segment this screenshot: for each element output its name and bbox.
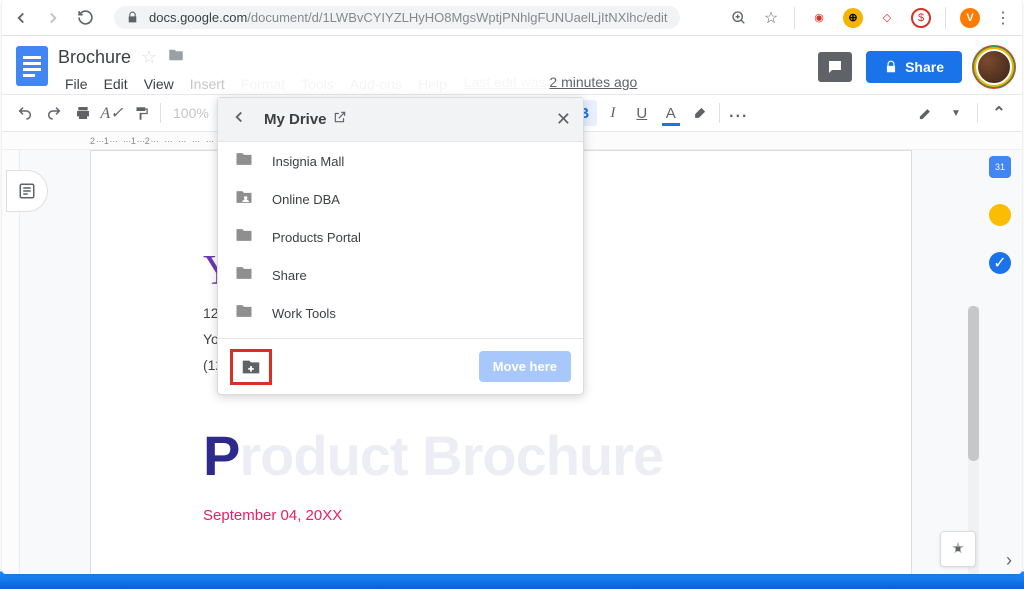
expand-sidepanel-icon[interactable]: › — [1006, 550, 1012, 571]
extension-shield-icon[interactable]: ◇ — [877, 8, 897, 28]
docs-app-icon[interactable] — [12, 43, 52, 89]
folder-row-insignia-mall[interactable]: Insignia Mall — [218, 142, 583, 180]
move-here-button[interactable]: Move here — [479, 351, 571, 382]
folder-label: Work Tools — [272, 306, 336, 321]
vertical-ruler — [2, 150, 20, 574]
extension-red-icon[interactable]: ◉ — [809, 8, 829, 28]
extension-yellow-icon[interactable]: ⊕ — [843, 8, 863, 28]
menu-insert[interactable]: Insert — [183, 74, 232, 94]
document-title[interactable]: Brochure — [58, 47, 131, 68]
move-folder-icon[interactable] — [167, 46, 185, 69]
lock-icon — [884, 60, 898, 74]
menu-format[interactable]: Format — [234, 74, 292, 94]
nav-reload-icon[interactable] — [76, 9, 94, 27]
star-icon[interactable]: ☆ — [141, 47, 157, 68]
folder-icon — [234, 301, 254, 326]
folder-row-online-dba[interactable]: Online DBA — [218, 180, 583, 218]
lock-icon — [126, 11, 139, 24]
calendar-icon[interactable]: 31 — [989, 156, 1011, 178]
more-button[interactable]: ... — [726, 100, 752, 126]
divider — [794, 7, 795, 29]
section-overview: Product Overview — [203, 572, 826, 574]
menu-file[interactable]: File — [58, 74, 95, 94]
menu-addons[interactable]: Add-ons — [343, 74, 409, 94]
menubar: File Edit View Insert Format Tools Add-o… — [58, 74, 818, 94]
browser-zoom-icon[interactable] — [730, 9, 748, 27]
user-avatar[interactable] — [976, 49, 1012, 85]
open-in-new-icon[interactable] — [333, 110, 347, 129]
redo-icon[interactable] — [41, 100, 67, 126]
menu-edit[interactable]: Edit — [97, 74, 135, 94]
browser-profile-avatar[interactable]: V — [960, 8, 980, 28]
paint-format-icon[interactable] — [128, 100, 154, 126]
comments-icon[interactable] — [818, 52, 852, 82]
url-text: docs.google.com/document/d/1LWBvCYIYZLHy… — [149, 10, 668, 25]
address-bar[interactable]: docs.google.com/document/d/1LWBvCYIYZLHy… — [114, 6, 680, 29]
brochure-heading: Product Brochure — [203, 423, 826, 489]
move-file-panel: My Drive ✕ Insignia Mall Online DBA Prod… — [217, 97, 584, 395]
side-panel: 31 ✓ — [976, 156, 1022, 274]
folder-row-products-portal[interactable]: Products Portal — [218, 218, 583, 256]
folder-label: Insignia Mall — [272, 154, 344, 169]
share-button[interactable]: Share — [866, 51, 962, 83]
move-back-icon[interactable] — [230, 108, 248, 131]
text-color-button[interactable]: A — [658, 100, 684, 126]
menu-tools[interactable]: Tools — [294, 74, 341, 94]
extension-circle-icon[interactable]: $ — [911, 8, 931, 28]
folder-row-work-tools[interactable]: Work Tools — [218, 294, 583, 332]
underline-button[interactable]: U — [629, 100, 655, 126]
zoom-value[interactable]: 100% — [173, 105, 209, 121]
outline-button[interactable] — [6, 170, 48, 212]
move-folder-list: Insignia Mall Online DBA Products Portal… — [218, 142, 583, 338]
tasks-icon[interactable]: ✓ — [989, 252, 1011, 274]
highlight-icon[interactable] — [687, 100, 713, 126]
undo-icon[interactable] — [12, 100, 38, 126]
move-panel-title: My Drive — [264, 111, 327, 128]
nav-back-icon[interactable] — [12, 9, 30, 27]
folder-label: Products Portal — [272, 230, 361, 245]
menu-view[interactable]: View — [137, 74, 181, 94]
separator — [719, 103, 720, 123]
divider — [945, 7, 946, 29]
folder-label: Share — [272, 268, 307, 283]
browser-menu-icon[interactable]: ⋮ — [994, 9, 1012, 27]
nav-forward-icon[interactable] — [44, 9, 62, 27]
separator — [160, 103, 161, 123]
keep-icon[interactable] — [989, 204, 1011, 226]
folder-icon — [234, 263, 254, 288]
folder-icon — [234, 149, 254, 174]
explore-button[interactable] — [940, 531, 976, 567]
italic-button[interactable]: I — [600, 100, 626, 126]
edit-mode-icon[interactable] — [912, 100, 938, 126]
close-icon[interactable]: ✕ — [556, 109, 571, 130]
browser-toolbar: docs.google.com/document/d/1LWBvCYIYZLHy… — [2, 0, 1022, 36]
separator — [977, 103, 978, 123]
bookmark-star-icon[interactable]: ☆ — [762, 9, 780, 27]
edit-mode-chevron-icon[interactable]: ▼ — [943, 100, 969, 126]
print-icon[interactable] — [70, 100, 96, 126]
folder-shared-icon — [234, 187, 254, 212]
collapse-toolbar-icon[interactable]: ⌃ — [986, 100, 1012, 126]
docs-header: Brochure ☆ File Edit View Insert Format … — [2, 36, 1022, 94]
new-folder-button[interactable] — [230, 349, 272, 385]
share-label: Share — [905, 59, 944, 75]
document-date: September 04, 20XX — [203, 507, 826, 524]
last-edit-link[interactable]: Last edit was 2 minutes ago — [464, 74, 638, 94]
menu-help[interactable]: Help — [411, 74, 454, 94]
spellcheck-icon[interactable]: A✓ — [99, 100, 125, 126]
folder-icon — [234, 225, 254, 250]
folder-label: Online DBA — [272, 192, 340, 207]
folder-row-share[interactable]: Share — [218, 256, 583, 294]
